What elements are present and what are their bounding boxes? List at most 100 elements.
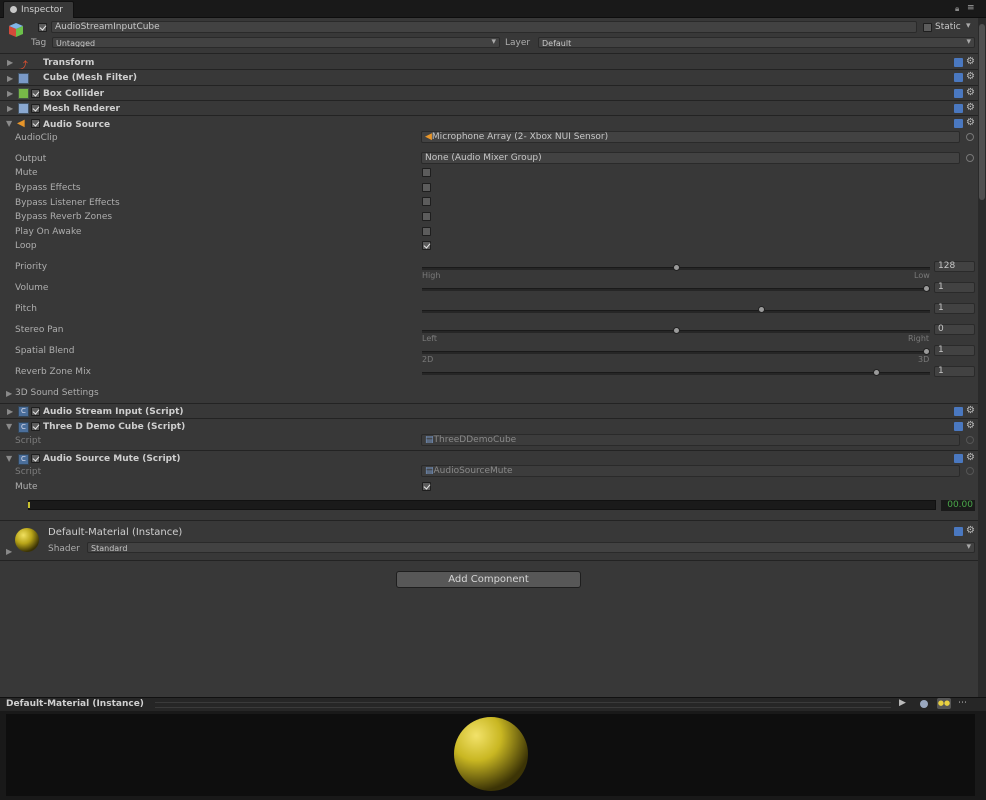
script-label: Script — [15, 467, 42, 477]
component-title-transform[interactable]: Transform — [43, 58, 94, 68]
audio-source-mute-checkbox[interactable] — [31, 454, 40, 463]
stereo-pan-input[interactable]: 0 — [934, 324, 975, 335]
audio-source-checkbox[interactable] — [31, 119, 40, 128]
help-book-icon[interactable] — [954, 407, 963, 416]
tab-menu-icon[interactable]: ≡ — [967, 3, 975, 13]
fold-arrow-icon[interactable]: ▶ — [6, 389, 12, 398]
component-title-three-d-demo[interactable]: Three D Demo Cube (Script) — [43, 422, 185, 432]
help-book-icon[interactable] — [954, 119, 963, 128]
mute-checkbox[interactable] — [422, 168, 431, 177]
gear-icon[interactable]: ⚙ — [966, 406, 975, 416]
bypass-effects-checkbox[interactable] — [422, 183, 431, 192]
priority-label: Priority — [15, 262, 48, 272]
add-component-button[interactable]: Add Component — [396, 571, 581, 588]
reverb-mix-slider-knob[interactable] — [872, 369, 880, 376]
help-book-icon[interactable] — [954, 527, 963, 536]
volume-slider-knob[interactable] — [923, 285, 930, 292]
level-meter-fill — [28, 502, 30, 508]
output-field[interactable]: None (Audio Mixer Group) — [421, 152, 960, 164]
tab-inspector[interactable]: Inspector — [3, 1, 74, 18]
bypass-reverb-checkbox[interactable] — [422, 212, 431, 221]
reverb-mix-input[interactable]: 1 — [934, 366, 975, 377]
stereo-pan-slider-knob[interactable] — [672, 327, 680, 334]
box-collider-checkbox[interactable] — [31, 89, 40, 98]
reverb-mix-slider-track[interactable] — [422, 372, 930, 375]
pitch-input[interactable]: 1 — [934, 303, 975, 314]
play-on-awake-checkbox[interactable] — [422, 227, 431, 236]
help-book-icon[interactable] — [954, 58, 963, 67]
volume-slider-track[interactable] — [422, 288, 930, 291]
fold-arrow-icon[interactable]: ▶ — [7, 104, 13, 113]
audio-stream-input-checkbox[interactable] — [31, 407, 40, 416]
bypass-effects-label: Bypass Effects — [15, 183, 81, 193]
divider — [0, 560, 978, 561]
help-book-icon[interactable] — [954, 73, 963, 82]
three-d-demo-checkbox[interactable] — [31, 422, 40, 431]
name-field[interactable]: AudioStreamInputCube — [51, 21, 917, 33]
sphere-preview-icon[interactable] — [920, 700, 928, 708]
bypass-listener-checkbox[interactable] — [422, 197, 431, 206]
fold-arrow-icon[interactable]: ▶ — [7, 89, 13, 98]
gear-icon[interactable]: ⚙ — [966, 72, 975, 82]
active-checkbox[interactable] — [38, 23, 47, 32]
static-checkbox[interactable] — [923, 23, 932, 32]
object-picker-icon[interactable] — [966, 154, 974, 162]
static-dropdown-icon[interactable]: ▾ — [966, 21, 971, 31]
pitch-slider-track[interactable] — [422, 310, 930, 313]
help-book-icon[interactable] — [954, 104, 963, 113]
lock-icon[interactable]: 🔒︎ — [955, 4, 959, 14]
mesh-renderer-icon — [18, 103, 29, 114]
fold-arrow-icon[interactable]: ▼ — [6, 422, 12, 431]
tag-dropdown[interactable]: Untagged — [52, 37, 500, 48]
gear-icon[interactable]: ⚙ — [966, 103, 975, 113]
spatial-blend-input[interactable]: 1 — [934, 345, 975, 356]
priority-input[interactable]: 128 — [934, 261, 975, 272]
component-title-box-collider[interactable]: Box Collider — [43, 89, 104, 99]
mesh-renderer-checkbox[interactable] — [31, 104, 40, 113]
scrollbar-thumb[interactable] — [979, 24, 985, 200]
gear-icon[interactable]: ⚙ — [966, 118, 975, 128]
fold-arrow-icon[interactable]: ▼ — [6, 119, 12, 128]
gear-icon[interactable]: ⚙ — [966, 453, 975, 463]
fold-arrow-icon[interactable]: ▶ — [7, 58, 13, 67]
script-field: ▤AudioSourceMute — [421, 465, 960, 477]
spatial-blend-slider-track[interactable] — [422, 351, 930, 354]
fold-arrow-icon[interactable]: ▶ — [6, 547, 12, 556]
layer-dropdown[interactable]: Default — [538, 37, 975, 48]
component-title-audio-source[interactable]: Audio Source — [43, 120, 110, 130]
help-book-icon[interactable] — [954, 89, 963, 98]
divider — [0, 418, 978, 419]
component-title-mesh-filter[interactable]: Cube (Mesh Filter) — [43, 73, 137, 83]
object-picker-icon[interactable] — [966, 133, 974, 141]
gear-icon[interactable]: ⚙ — [966, 421, 975, 431]
preview-menu-icon[interactable]: ⋯ — [958, 698, 967, 708]
fold-arrow-icon[interactable]: ▶ — [7, 407, 13, 416]
component-title-mesh-renderer[interactable]: Mesh Renderer — [43, 104, 120, 114]
script-mute-checkbox[interactable] — [422, 482, 431, 491]
fold-arrow-icon[interactable]: ▶ — [7, 74, 13, 83]
light-icon[interactable]: ●● — [937, 698, 951, 709]
fold-arrow-icon[interactable]: ▼ — [6, 454, 12, 463]
tab-bar — [0, 0, 986, 18]
play-icon[interactable]: ▶ — [899, 698, 906, 708]
help-book-icon[interactable] — [954, 422, 963, 431]
shader-dropdown[interactable]: Standard — [87, 542, 975, 553]
gear-icon[interactable]: ⚙ — [966, 57, 975, 67]
gear-icon[interactable]: ⚙ — [966, 526, 975, 536]
preview-drag-handle[interactable] — [155, 702, 891, 708]
component-title-audio-source-mute[interactable]: Audio Source Mute (Script) — [43, 454, 181, 464]
pitch-slider-knob[interactable] — [757, 306, 765, 313]
gear-icon[interactable]: ⚙ — [966, 88, 975, 98]
material-preview-sphere[interactable] — [451, 714, 531, 794]
volume-input[interactable]: 1 — [934, 282, 975, 293]
mute-label: Mute — [15, 482, 38, 492]
script-icon: C — [18, 454, 29, 465]
priority-slider-knob[interactable] — [672, 264, 680, 271]
spatial-blend-slider-knob[interactable] — [923, 348, 930, 355]
loop-checkbox[interactable] — [422, 241, 431, 250]
component-title-audio-stream-input[interactable]: Audio Stream Input (Script) — [43, 407, 183, 417]
help-book-icon[interactable] — [954, 454, 963, 463]
sound-settings-foldout[interactable]: 3D Sound Settings — [15, 388, 99, 398]
audioclip-field[interactable]: ◀Microphone Array (2- Xbox NUI Sensor) — [421, 131, 960, 143]
script-icon: C — [18, 406, 29, 417]
